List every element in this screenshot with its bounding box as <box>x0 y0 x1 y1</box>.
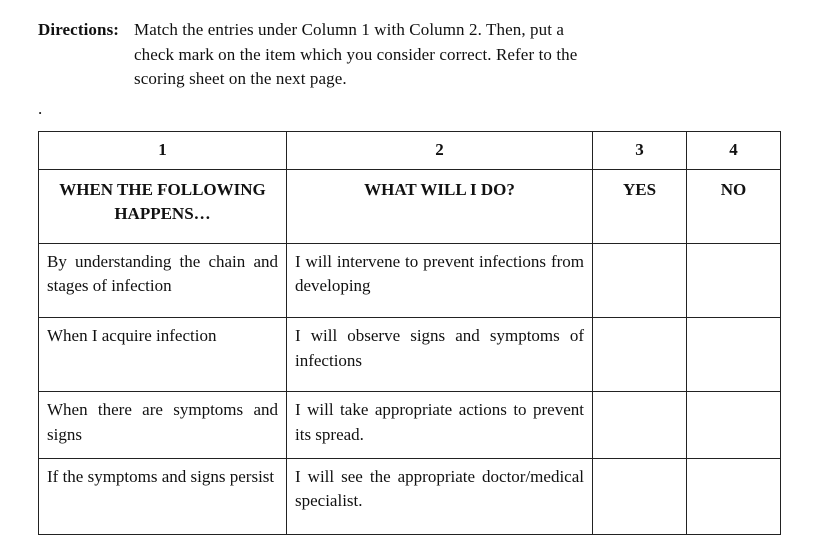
cell-yes[interactable] <box>593 392 687 458</box>
table-text-header-row: WHEN THE FOLLOWING HAPPENS… WHAT WILL I … <box>39 169 781 243</box>
cell-no[interactable] <box>687 392 781 458</box>
directions-line-2: check mark on the item which you conside… <box>134 43 781 68</box>
table-row: When there are symptoms and signs I will… <box>39 392 781 458</box>
col-header-what: WHAT WILL I DO? <box>287 169 593 243</box>
cell-when: By understanding the chain and stages of… <box>39 243 287 317</box>
directions-line-3: scoring sheet on the next page. <box>134 67 781 92</box>
directions-label: Directions: <box>38 18 134 43</box>
stray-period: . <box>38 100 781 117</box>
col-number-1: 1 <box>39 131 287 169</box>
cell-no[interactable] <box>687 243 781 317</box>
cell-yes[interactable] <box>593 318 687 392</box>
table-number-header-row: 1 2 3 4 <box>39 131 781 169</box>
worksheet-table: 1 2 3 4 WHEN THE FOLLOWING HAPPENS… WHAT… <box>38 131 781 535</box>
table-row: When I acquire infection I will observe … <box>39 318 781 392</box>
table-row: If the symptoms and signs persist I will… <box>39 458 781 534</box>
cell-yes[interactable] <box>593 243 687 317</box>
col-header-no: NO <box>687 169 781 243</box>
col-number-3: 3 <box>593 131 687 169</box>
col-header-yes: YES <box>593 169 687 243</box>
table-row: By understanding the chain and stages of… <box>39 243 781 317</box>
col-number-2: 2 <box>287 131 593 169</box>
cell-what: I will intervene to prevent infections f… <box>287 243 593 317</box>
cell-when: When I acquire infection <box>39 318 287 392</box>
col-number-4: 4 <box>687 131 781 169</box>
cell-what: I will take appropriate actions to preve… <box>287 392 593 458</box>
directions-line-1: Match the entries under Column 1 with Co… <box>134 20 564 39</box>
cell-what: I will observe signs and symptoms of inf… <box>287 318 593 392</box>
cell-yes[interactable] <box>593 458 687 534</box>
col-header-when: WHEN THE FOLLOWING HAPPENS… <box>39 169 287 243</box>
directions-paragraph: Directions:Match the entries under Colum… <box>38 18 781 92</box>
cell-no[interactable] <box>687 318 781 392</box>
cell-no[interactable] <box>687 458 781 534</box>
cell-what: I will see the appropriate doctor/medica… <box>287 458 593 534</box>
cell-when: When there are symptoms and signs <box>39 392 287 458</box>
cell-when: If the symptoms and signs persist <box>39 458 287 534</box>
